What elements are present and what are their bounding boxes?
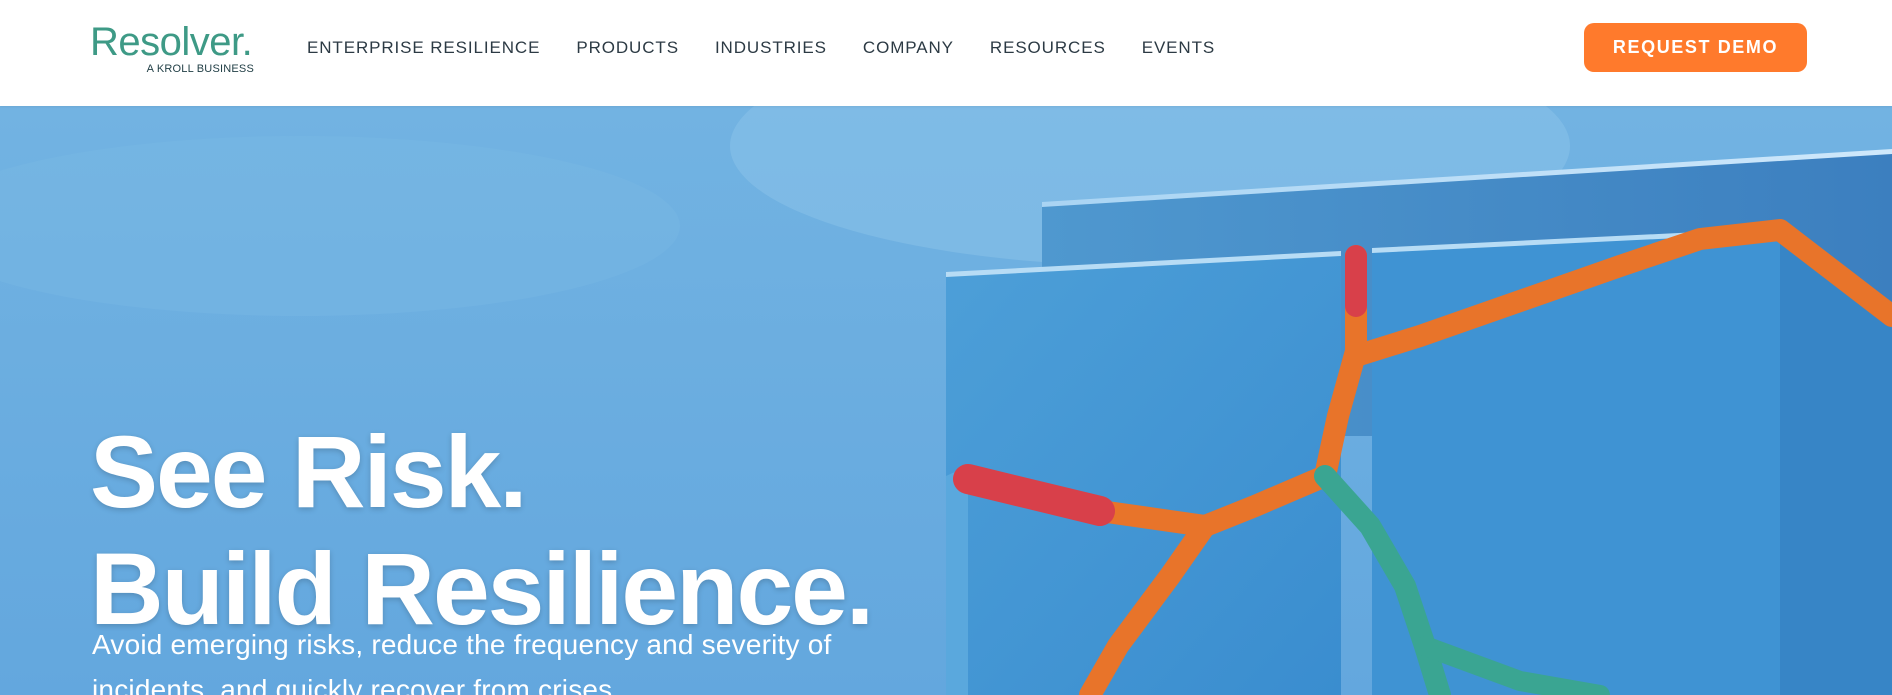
nav-item-industries[interactable]: INDUSTRIES [715,38,827,58]
hero-description: Avoid emerging risks, reduce the frequen… [92,629,832,695]
hero-headline: See Risk. Build Resilience. [90,414,990,648]
page: Resolver. A KROLL BUSINESS ENTERPRISE RE… [0,0,1892,695]
resolver-logo[interactable]: Resolver. A KROLL BUSINESS [90,20,260,76]
site-header: Resolver. A KROLL BUSINESS ENTERPRISE RE… [0,0,1892,106]
hero-section: See Risk. Build Resilience. Avoid emergi… [0,106,1892,695]
main-nav: ENTERPRISE RESILIENCE PRODUCTS INDUSTRIE… [307,35,1251,61]
nav-item-events[interactable]: EVENTS [1142,38,1215,58]
logo-wordmark: Resolver. [90,20,253,64]
logo-tagline: A KROLL BUSINESS [146,63,254,75]
nav-item-enterprise-resilience[interactable]: ENTERPRISE RESILIENCE [307,38,540,58]
hero-headline-line-1: See Risk. [90,415,528,530]
request-demo-button[interactable]: REQUEST DEMO [1584,23,1807,72]
crack-orange [1089,500,1216,537]
nav-item-resources[interactable]: RESOURCES [990,38,1106,58]
nav-item-company[interactable]: COMPANY [863,38,954,58]
nav-item-products[interactable]: PRODUCTS [576,38,679,58]
